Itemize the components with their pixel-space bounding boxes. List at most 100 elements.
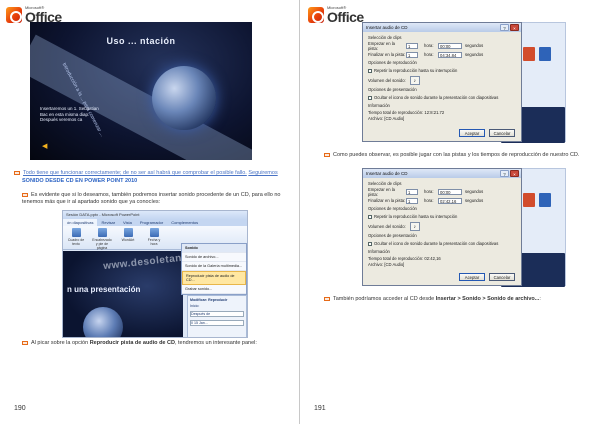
slide-caption: Insertaremos un 1. Sebastian Bac en esta…	[40, 106, 99, 122]
panel-start-label: Inicio:	[190, 304, 200, 308]
cancel-button[interactable]: Cancelar	[489, 129, 515, 137]
hide-icon-row[interactable]: Ocultar el icono de sonido durante la pr…	[368, 94, 516, 101]
slide-image: Uso ... ntación Introducción a la ... pa…	[30, 22, 252, 160]
menu-header: Sonido	[182, 244, 246, 253]
left-page: Microsoft® Office Uso ... ntación Introd…	[0, 0, 300, 424]
list-bullet-icon	[14, 170, 20, 175]
file-value: [CD Audio]	[384, 116, 405, 121]
planet-image	[152, 66, 216, 130]
section-clip-selection: Selección de clips	[368, 181, 402, 186]
menu-item-record-sound[interactable]: Grabar sonido...	[182, 285, 246, 294]
previous-arrow-icon: ◀	[42, 143, 48, 150]
intro-text: Todo tiene que funcionar correctamente; …	[23, 170, 247, 176]
tab-diapositivas[interactable]: ón diapositivas	[63, 219, 98, 226]
section-information: Información	[368, 249, 390, 254]
text-box-button[interactable]: Cuadro de texto	[66, 228, 86, 246]
wordart-button[interactable]: WordArt	[118, 228, 138, 242]
ppt-titlebar: Sesión DATA.pptx - Microsoft PowerPoint	[63, 211, 247, 219]
hide-icon-checkbox[interactable]	[368, 241, 372, 246]
intro-link[interactable]: Seguiremos	[248, 170, 277, 176]
section-display-options: Opciones de presentación	[368, 87, 417, 92]
accept-button[interactable]: Aceptar	[459, 273, 485, 281]
section-display-options: Opciones de presentación	[368, 233, 417, 238]
loop-checkbox-row[interactable]: Repetir la reproducción hasta su interru…	[368, 213, 516, 220]
hide-icon-row[interactable]: Ocultar el icono de sonido durante la pr…	[368, 240, 516, 247]
ppt-ribbon-tabs: ón diapositivas Revisar Vista Programado…	[63, 219, 247, 226]
volume-icon[interactable]: ♪	[409, 76, 420, 85]
section-clip-selection: Selección de clips	[368, 35, 402, 40]
list-bullet-icon	[324, 152, 330, 157]
custom-animation-panel: Modificar: Reproducir Inicio: Después de…	[187, 295, 247, 337]
loop-checkbox[interactable]	[368, 214, 372, 219]
loop-checkbox-row[interactable]: Repetir la reproducción hasta su interru…	[368, 67, 516, 74]
help-button[interactable]: ?	[500, 24, 509, 31]
panel-title: Modificar: Reproducir	[190, 298, 228, 302]
help-button[interactable]: ?	[500, 170, 509, 177]
powerpoint-screenshot: Sesión DATA.pptx - Microsoft PowerPoint …	[62, 210, 248, 338]
end-track-input[interactable]: 1	[406, 51, 418, 58]
tab-complementos[interactable]: Complementos	[167, 219, 202, 226]
panel-caption: Al picar sobre la opción Reproducir pist…	[22, 340, 286, 347]
caption-paragraph: Como puedes observar, es posible jugar c…	[324, 152, 594, 159]
office-logo-icon	[308, 7, 324, 23]
end-time-input[interactable]: 02:42,16	[438, 197, 462, 204]
dialog-titlebar: Insertar audio de CD ? ×	[363, 169, 521, 178]
start-track-input[interactable]: 1	[406, 188, 418, 195]
planet-image	[83, 307, 123, 337]
section-playback-options: Opciones de reproducción	[368, 60, 417, 65]
start-time-input[interactable]: 00:00	[438, 42, 462, 49]
end-track-input[interactable]: 1	[406, 197, 418, 204]
section-information: Información	[368, 103, 390, 108]
volume-row: Volumen del sonido: ♪	[368, 76, 516, 85]
date-time-button[interactable]: Fecha y hora	[144, 228, 164, 246]
start-track-input[interactable]: 1	[406, 42, 418, 49]
slide-title: Uso ... ntación	[106, 36, 176, 46]
start-row: Empezar en la pista: 1 hora: 00:00 segun…	[368, 186, 484, 197]
total-time-value: 12:8:21.72	[424, 110, 445, 115]
intro-paragraph: Todo tiene que funcionar correctamente; …	[14, 170, 294, 177]
start-time-input[interactable]: 00:00	[438, 188, 462, 195]
date-time-icon	[149, 228, 159, 237]
list-bullet-icon	[324, 296, 330, 301]
list-bullet-icon	[22, 340, 28, 345]
close-button[interactable]: ×	[510, 24, 519, 31]
insert-cd-audio-dialog: Insertar audio de CD ? × Selección de cl…	[362, 168, 522, 286]
page-number: 190	[14, 405, 26, 412]
volume-row: Volumen del sonido: ♪	[368, 222, 516, 231]
end-time-input[interactable]: 04:34.84	[438, 51, 462, 58]
volume-icon[interactable]: ♪	[409, 222, 420, 231]
list-bullet-icon	[22, 192, 28, 197]
end-row: Finalizar en la pista: 1 hora: 04:34.84 …	[368, 51, 484, 58]
tab-vista[interactable]: Vista	[119, 219, 136, 226]
insert-cd-audio-dialog: Insertar audio de CD ? × Selección de cl…	[362, 22, 522, 142]
menu-item-play-cd-track[interactable]: Reproducir pista de audio de CD...	[182, 271, 246, 285]
page-number: 191	[314, 405, 326, 412]
ppt-slide-title: n una presentación	[67, 285, 141, 294]
header-footer-icon	[97, 228, 107, 237]
end-row: Finalizar en la pista: 1 hora: 02:42,16 …	[368, 197, 484, 204]
hide-icon-checkbox[interactable]	[368, 95, 372, 100]
dialog-titlebar: Insertar audio de CD ? ×	[363, 23, 521, 32]
start-row: Empezar en la pista: 1 hora: 00:00 segun…	[368, 40, 484, 51]
office-logo: Microsoft® Office	[308, 6, 364, 24]
section-heading: SONIDO DESDE CD EN POWER POINT 2010	[22, 178, 138, 184]
logo-brand-name: Office	[327, 9, 364, 25]
close-button[interactable]: ×	[510, 170, 519, 177]
office-logo-icon	[6, 7, 22, 23]
loop-checkbox[interactable]	[368, 68, 372, 73]
total-time-value: 02:42,16	[424, 256, 441, 261]
sound-dropdown-menu: Sonido Sonido de archivo... Sonido de la…	[181, 243, 247, 295]
body-paragraph: Es evidente que si lo deseamos, también …	[22, 192, 281, 205]
right-page: Microsoft® Office Insertar audio de CD ?…	[300, 0, 600, 424]
cancel-button[interactable]: Cancelar	[489, 273, 515, 281]
tab-programador[interactable]: Programador	[136, 219, 167, 226]
menu-item-sound-from-file[interactable]: Sonido de archivo...	[182, 253, 246, 262]
section-playback-options: Opciones de reproducción	[368, 206, 417, 211]
menu-item-sound-gallery[interactable]: Sonido de la Galería multimedia...	[182, 262, 246, 271]
header-footer-button[interactable]: Encabezado y pie de página	[92, 228, 112, 250]
panel-start-select[interactable]: Después de	[190, 311, 244, 317]
panel-list-item[interactable]: 0 15 Jan...	[190, 320, 244, 326]
wordart-icon	[123, 228, 133, 237]
accept-button[interactable]: Aceptar	[459, 129, 485, 137]
tab-revisar[interactable]: Revisar	[97, 219, 119, 226]
